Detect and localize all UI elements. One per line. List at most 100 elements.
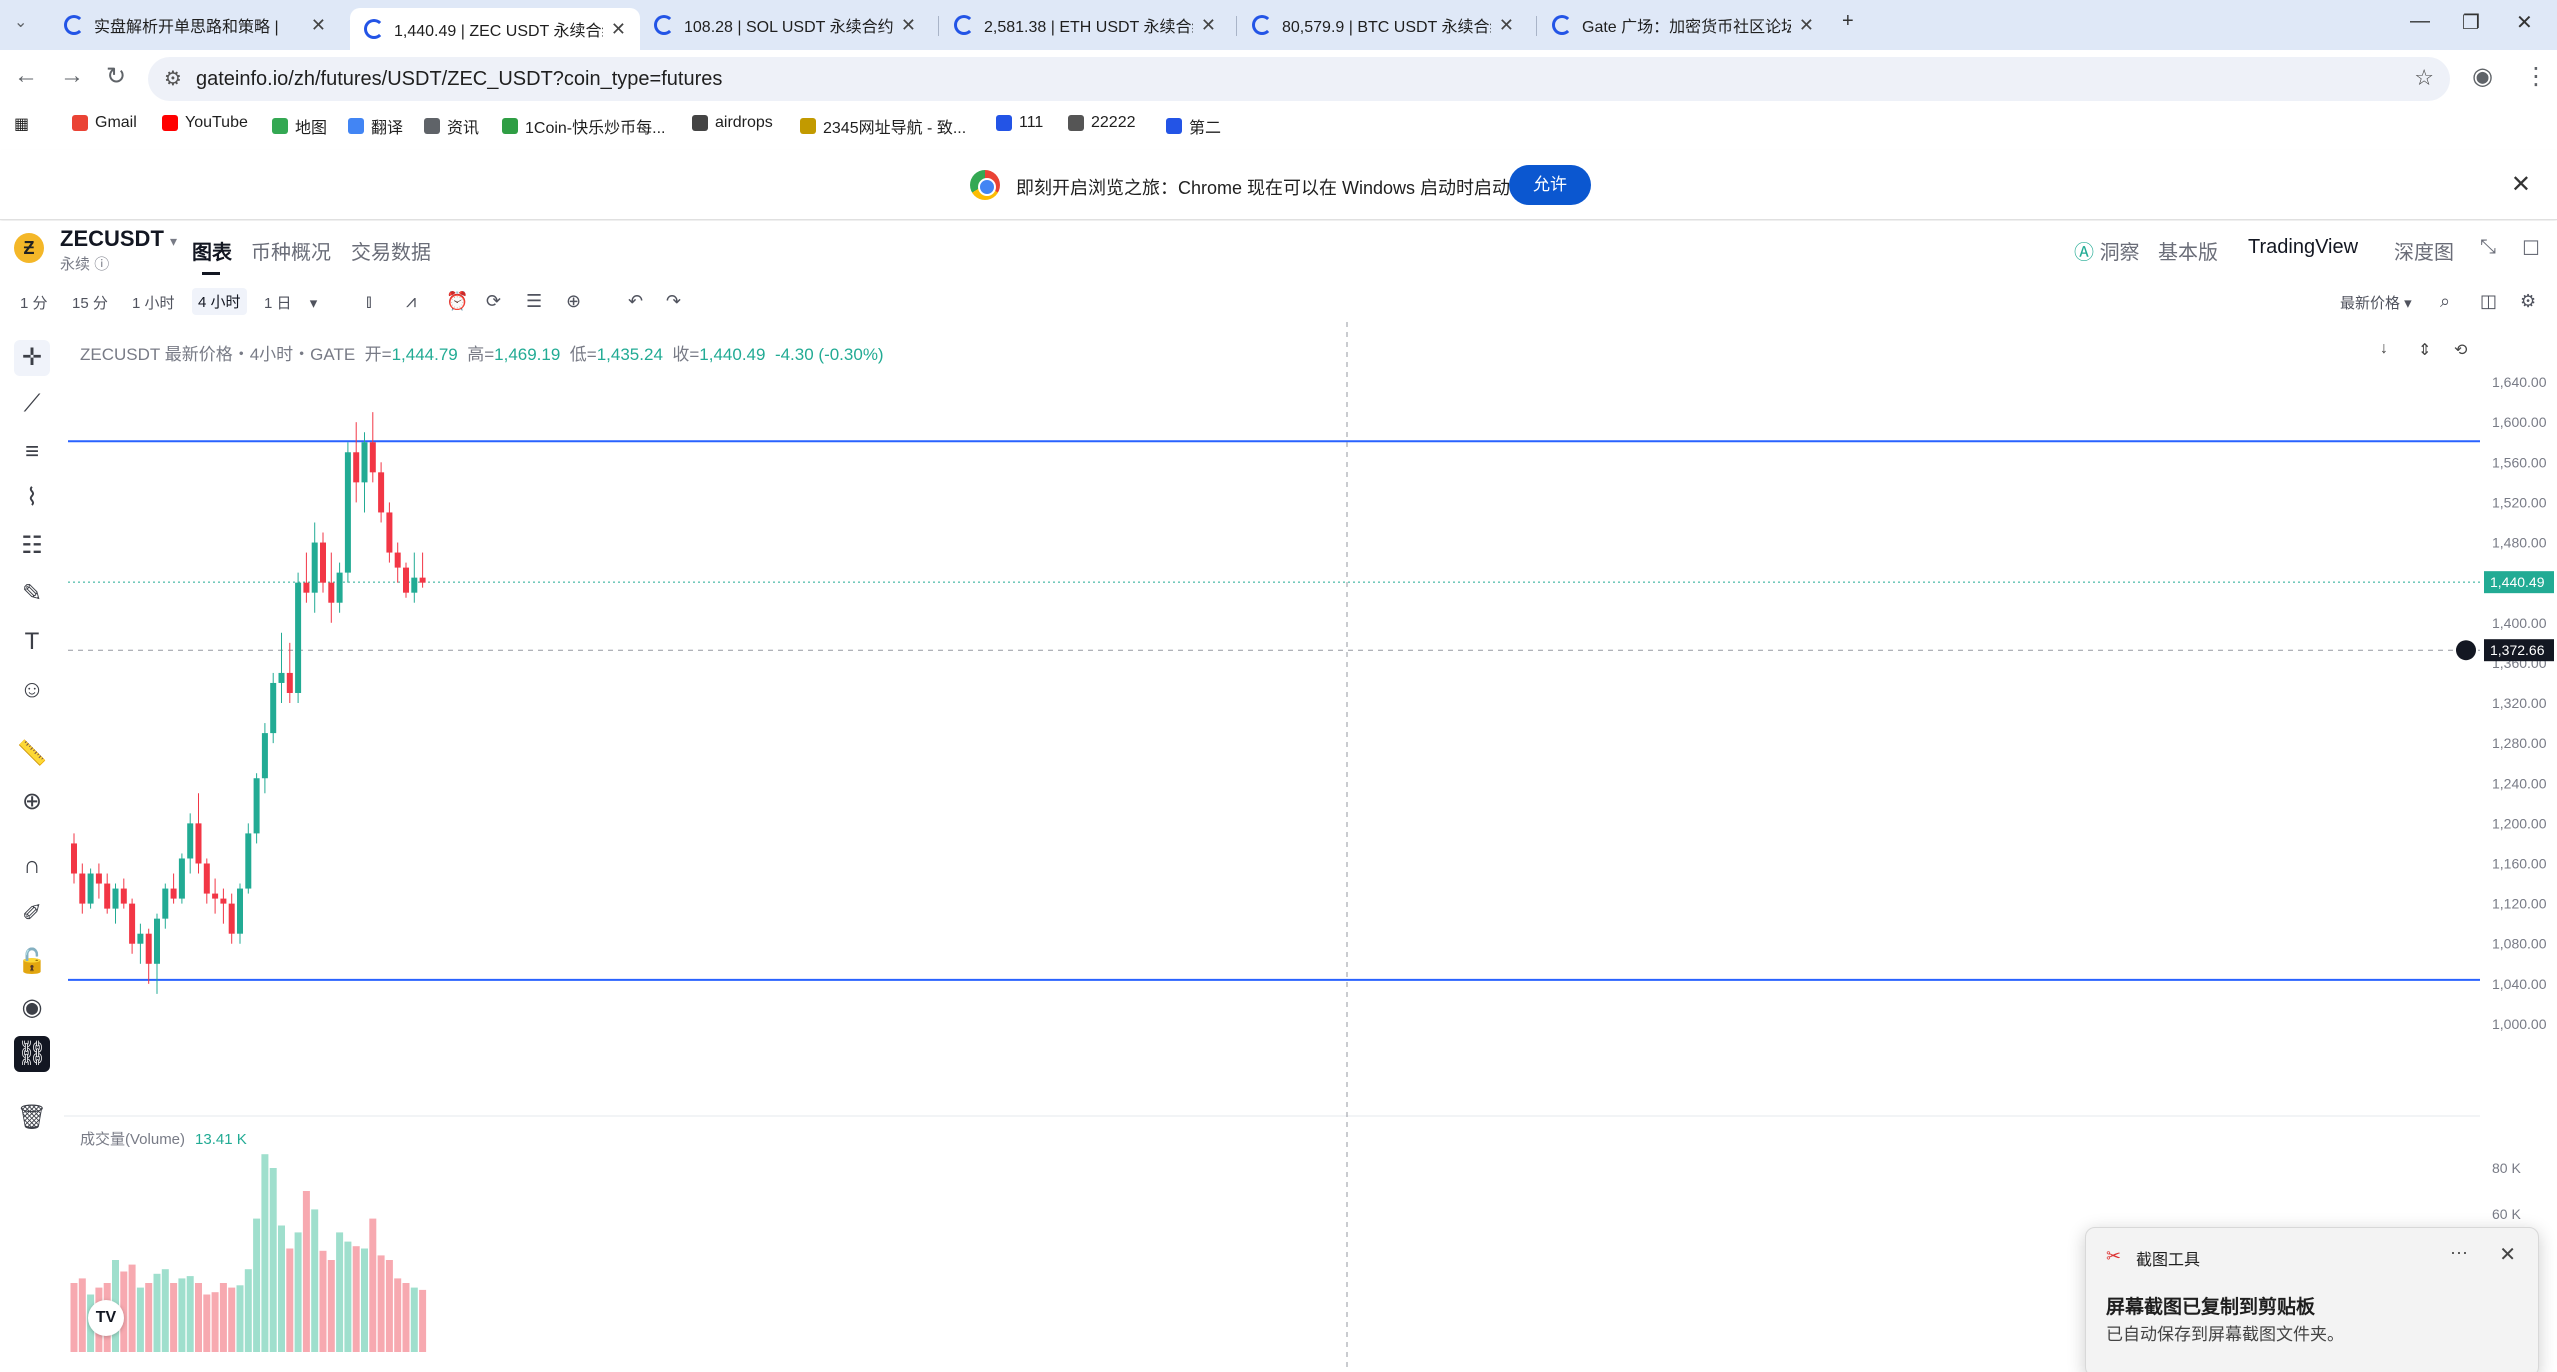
infobar-close-icon[interactable]: ✕ (2511, 170, 2531, 199)
menu-icon[interactable]: ⋮ (2524, 62, 2548, 91)
url-text[interactable]: gateinfo.io/zh/futures/USDT/ZEC_USDT?coi… (196, 68, 722, 91)
search-icon[interactable]: ⌕ (2440, 291, 2450, 312)
price-chart[interactable]: 1,640.00 1,600.00 1,560.00 1,520.00 1,480.00… (0, 322, 2557, 1372)
timeframe-1m[interactable]: 1 分 (20, 292, 48, 313)
scroll-down-icon[interactable]: ↓ (2380, 340, 2388, 358)
tab-chart[interactable]: 图表 (192, 236, 232, 275)
volume-legend-label: 成交量(Volume) (80, 1131, 186, 1148)
fullscreen-icon[interactable]: ☐ (2522, 236, 2540, 261)
tab-close-icon[interactable]: ✕ (311, 15, 326, 36)
tab-title: 80,579.9 | BTC USDT 永续合约 (1282, 19, 1491, 36)
candle-body (378, 472, 385, 513)
price-tick-label: 1,640.00 (2492, 374, 2547, 390)
volume-legend: 成交量(Volume) 13.41 K (80, 1128, 247, 1149)
insight-button[interactable]: Ⓐ 洞察 (2074, 236, 2140, 265)
candle-body (162, 888, 169, 919)
site-info-icon[interactable]: ⚙ (164, 66, 182, 91)
camera-icon[interactable]: ◫ (2480, 291, 2497, 312)
bookmark-item[interactable]: 资讯 (424, 114, 479, 138)
candle-body (328, 582, 335, 603)
close-window-icon[interactable]: ✕ (2516, 10, 2533, 35)
tab-trade-data[interactable]: 交易数据 (351, 236, 431, 265)
indicators-icon[interactable]: ⩘ (406, 291, 416, 312)
tab-close-icon[interactable]: ✕ (1499, 15, 1514, 36)
browser-tab[interactable]: 108.28 | SOL USDT 永续合约 | ✕ (640, 8, 930, 42)
timeframe-15m[interactable]: 15 分 (72, 292, 108, 313)
depth-chart-button[interactable]: 深度图 (2394, 236, 2454, 265)
forward-icon[interactable]: → (60, 62, 84, 90)
bookmark-favicon-icon (692, 115, 708, 131)
bookmark-item[interactable]: 111 (996, 114, 1043, 132)
gate-favicon-icon (364, 19, 384, 39)
reload-icon[interactable]: ↻ (106, 62, 126, 91)
volume-bar (161, 1269, 169, 1352)
tradingview-logo[interactable]: TV (88, 1300, 124, 1336)
bookmark-favicon-icon (72, 115, 88, 131)
bookmark-item[interactable]: 22222 (1068, 114, 1136, 132)
bookmark-item[interactable]: 1Coin-快乐炒币每... (502, 114, 665, 138)
candle-body (170, 888, 177, 899)
volume-bar (385, 1260, 393, 1352)
alert-icon[interactable]: ⏰ (446, 291, 468, 312)
symbol-name: ZECUSDT (60, 226, 164, 251)
settings-icon[interactable]: ⚙ (2520, 291, 2536, 312)
new-tab-button[interactable]: + (1842, 10, 1854, 33)
insight-label: 洞察 (2099, 242, 2140, 264)
restore-icon[interactable]: ❐ (2462, 10, 2480, 35)
bookmark-item[interactable]: 第二 (1166, 114, 1221, 138)
bookmark-item[interactable]: airdrops (692, 114, 773, 132)
timeframe-1d[interactable]: 1 日 ▾ (264, 292, 317, 313)
collapse-icon[interactable]: ⤡ (2480, 236, 2496, 259)
timeframe-1h[interactable]: 1 小时 (132, 292, 175, 313)
browser-tab[interactable]: 实盘解析开单思路和策略 | ✕ (50, 8, 340, 42)
minimize-icon[interactable]: — (2410, 10, 2430, 33)
replay-icon[interactable]: ⟳ (486, 291, 501, 312)
tab-close-icon[interactable]: ✕ (901, 15, 916, 36)
basic-view-button[interactable]: 基本版 (2158, 236, 2218, 265)
candle-body (195, 823, 202, 864)
gate-favicon-icon (654, 15, 674, 35)
bookmark-item[interactable]: 地图 (272, 114, 327, 138)
legend-open-label: 开= (364, 345, 392, 364)
browser-tab[interactable]: Gate 广场：加密货币社区论坛 ✕ (1538, 8, 1828, 42)
candle-type-icon[interactable]: ⫾ (366, 291, 372, 312)
templates-icon[interactable]: ☰ (526, 291, 542, 312)
legend-low: 1,435.24 (596, 345, 663, 364)
bookmark-item[interactable]: Gmail (72, 114, 137, 132)
toast-close-icon[interactable]: ✕ (2499, 1242, 2516, 1267)
price-type-selector[interactable]: 最新价格 ▾ (2340, 292, 2412, 313)
bookmark-item[interactable]: 2345网址导航 - 致... (800, 114, 966, 138)
tab-search-icon[interactable]: ⌄ (14, 12, 27, 32)
back-icon[interactable]: ← (14, 62, 38, 90)
allow-button[interactable]: 允许 (1509, 165, 1591, 205)
volume-bar (186, 1276, 194, 1352)
gate-favicon-icon (1552, 15, 1572, 35)
apps-icon[interactable]: ▦ (14, 114, 29, 134)
collapse-pane-icon[interactable]: ⇕ (2418, 340, 2431, 360)
info-icon[interactable]: ⓘ (94, 256, 109, 273)
tab-close-icon[interactable]: ✕ (611, 19, 626, 40)
maximize-pane-icon[interactable]: ⟲ (2454, 340, 2467, 360)
redo-icon[interactable]: ↷ (666, 291, 681, 312)
undo-icon[interactable]: ↶ (628, 291, 643, 312)
tradingview-button[interactable]: TradingView (2248, 236, 2358, 259)
browser-tab[interactable]: 2,581.38 | ETH USDT 永续合约 ✕ (940, 8, 1230, 42)
bookmark-star-icon[interactable]: ☆ (2414, 65, 2434, 91)
price-tick-label: 1,400.00 (2492, 615, 2547, 631)
profile-icon[interactable]: ◉ (2472, 62, 2493, 91)
tab-coin-overview[interactable]: 币种概况 (251, 236, 331, 265)
bookmark-item[interactable]: 翻译 (348, 114, 403, 138)
tab-close-icon[interactable]: ✕ (1201, 15, 1216, 36)
add-indicator-icon[interactable]: ⊕ (566, 291, 581, 312)
tab-close-icon[interactable]: ✕ (1799, 15, 1814, 36)
browser-tab[interactable]: 1,440.49 | ZEC USDT 永续合约 ✕ (350, 8, 640, 50)
more-icon[interactable]: ··· (2450, 1242, 2468, 1263)
snipping-tool-toast[interactable]: ✂ 截图工具 ··· ✕ 屏幕截图已复制到剪贴板 已自动保存到屏幕截图文件夹。 (2085, 1227, 2539, 1372)
timeframe-4h[interactable]: 4 小时 (192, 288, 247, 315)
bookmark-item[interactable]: YouTube (162, 114, 248, 132)
bookmark-label: 第二 (1189, 120, 1222, 137)
candle-body (253, 778, 260, 834)
browser-tab[interactable]: 80,579.9 | BTC USDT 永续合约 ✕ (1238, 8, 1528, 42)
symbol-selector[interactable]: ZECUSDT ▾ (60, 226, 177, 252)
address-bar[interactable]: ⚙ gateinfo.io/zh/futures/USDT/ZEC_USDT?c… (148, 57, 2450, 101)
